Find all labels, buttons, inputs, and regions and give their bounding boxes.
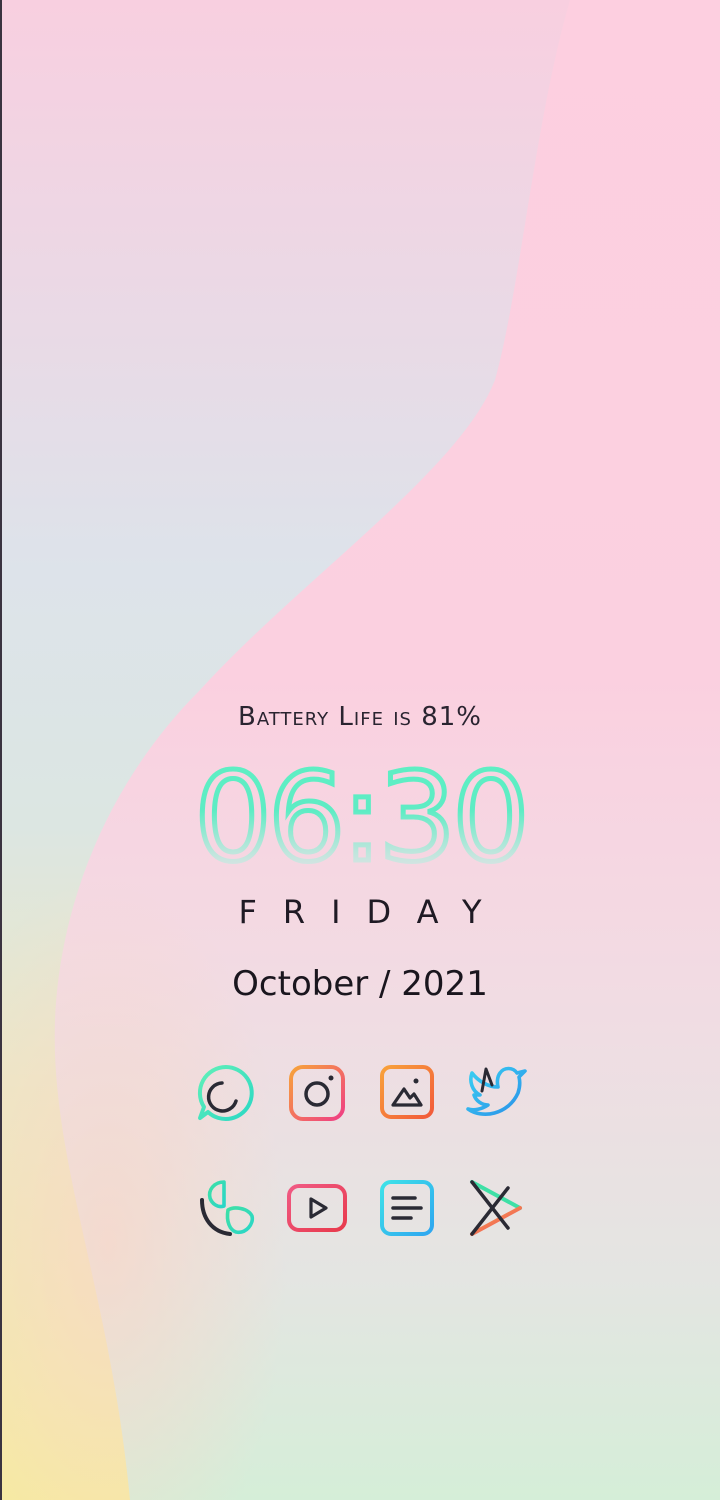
play-store-icon[interactable] <box>464 1176 528 1240</box>
instagram-icon[interactable] <box>285 1061 349 1125</box>
youtube-icon[interactable] <box>285 1176 349 1240</box>
clock-time: 06:30 <box>194 747 526 889</box>
whatsapp-icon[interactable] <box>194 1061 258 1125</box>
clock: 06:30 <box>192 745 533 892</box>
screen-edge <box>0 0 2 1500</box>
date-label: October / 2021 <box>232 964 488 1004</box>
battery-status: Battery Life is 81% <box>238 702 482 732</box>
weekday-label: FRIDAY <box>238 893 508 931</box>
twitter-icon[interactable] <box>464 1061 528 1125</box>
gallery-icon[interactable] <box>375 1061 439 1125</box>
notes-icon[interactable] <box>375 1176 439 1240</box>
phone-icon[interactable] <box>194 1176 258 1240</box>
